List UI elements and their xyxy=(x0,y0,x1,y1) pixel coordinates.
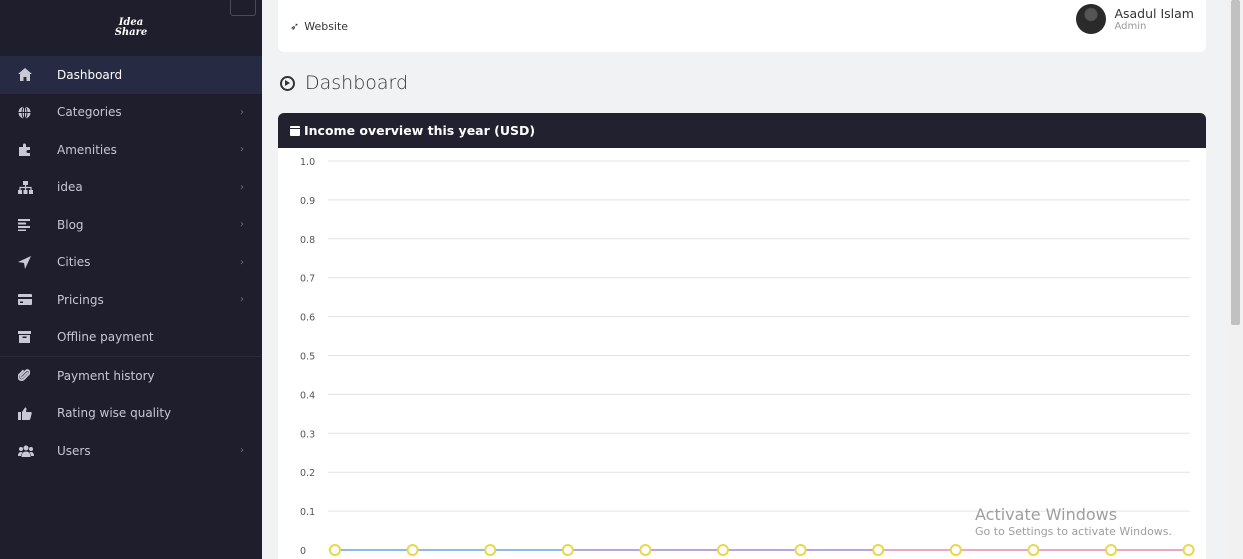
website-label: Website xyxy=(304,19,349,33)
thumbs-up-icon xyxy=(18,407,40,420)
credit-card-icon xyxy=(18,294,40,306)
paperclip-icon xyxy=(18,369,40,382)
watermark-line-1: Activate Windows xyxy=(975,505,1118,524)
sidebar-item-dashboard[interactable]: Dashboard xyxy=(0,56,262,94)
sidebar: Idea Share Dashboard Categories › Amenities… xyxy=(0,0,262,559)
sidebar-item-label: Blog xyxy=(57,217,84,232)
sidebar-toggle-button[interactable] xyxy=(230,0,256,16)
chevron-right-icon: › xyxy=(240,106,244,118)
y-tick-label: 0.4 xyxy=(300,390,315,401)
sidebar-item-users[interactable]: Users › xyxy=(0,432,262,470)
main-area: ➶ Website Asadul Islam Admin Dashboard I… xyxy=(262,0,1227,559)
sidebar-item-idea[interactable]: idea › xyxy=(0,169,262,207)
calendar-icon xyxy=(290,125,300,136)
chevron-right-icon: › xyxy=(240,445,244,457)
income-chart: 1.0 0.9 0.8 0.7 0.6 0.5 0.4 0.3 0.2 0.1 0 xyxy=(300,157,1195,557)
chart-area: 1.0 0.9 0.8 0.7 0.6 0.5 0.4 0.3 0.2 0.1 0 xyxy=(278,148,1206,559)
data-point[interactable] xyxy=(872,544,885,556)
sitemap-icon xyxy=(18,180,40,194)
y-tick-label: 1.0 xyxy=(300,157,315,168)
globe-icon xyxy=(18,105,40,119)
location-arrow-icon: ➶ xyxy=(290,19,300,33)
home-icon xyxy=(18,68,40,82)
topbar: ➶ Website Asadul Islam Admin xyxy=(278,0,1206,52)
chevron-right-icon: › xyxy=(240,144,244,156)
sidebar-item-cities[interactable]: Cities › xyxy=(0,244,262,282)
data-point[interactable] xyxy=(949,544,962,556)
logo-line-2: Share xyxy=(114,27,148,38)
sidebar-item-label: Users xyxy=(57,443,91,458)
arrow-circle-icon xyxy=(280,75,295,91)
location-arrow-icon xyxy=(18,255,40,269)
data-point[interactable] xyxy=(1182,544,1195,556)
sidebar-item-offline-payment[interactable]: Offline payment xyxy=(0,319,262,357)
watermark-line-2: Go to Settings to activate Windows. xyxy=(975,525,1173,538)
sidebar-menu: Dashboard Categories › Amenities › idea › Blog ›… xyxy=(0,56,262,470)
chevron-right-icon: › xyxy=(240,181,244,193)
y-tick-label: 0.7 xyxy=(300,274,315,285)
sidebar-item-amenities[interactable]: Amenities › xyxy=(0,131,262,169)
avatar xyxy=(1076,4,1107,34)
user-menu[interactable]: Asadul Islam Admin xyxy=(1076,4,1194,34)
y-tick-label: 0 xyxy=(300,546,306,557)
data-point[interactable] xyxy=(1027,544,1040,556)
user-name: Asadul Islam xyxy=(1114,5,1194,21)
y-tick-label: 0.3 xyxy=(300,429,315,440)
sidebar-item-label: Amenities xyxy=(57,142,117,157)
y-tick-label: 0.1 xyxy=(300,507,315,518)
data-point[interactable] xyxy=(794,544,807,556)
sidebar-item-categories[interactable]: Categories › xyxy=(0,94,262,132)
scrollbar-thumb[interactable] xyxy=(1231,0,1240,325)
sidebar-item-rating-wise-quality[interactable]: Rating wise quality xyxy=(0,395,262,433)
data-point[interactable] xyxy=(406,544,419,556)
data-point[interactable] xyxy=(484,544,497,556)
data-point[interactable] xyxy=(561,544,574,556)
y-tick-label: 0.8 xyxy=(300,235,315,246)
archive-icon xyxy=(18,331,40,344)
list-icon xyxy=(18,218,40,231)
sidebar-item-label: Offline payment xyxy=(57,330,154,345)
data-point[interactable] xyxy=(639,544,652,556)
users-icon xyxy=(18,445,40,457)
logo[interactable]: Idea Share xyxy=(115,18,148,38)
user-role: Admin xyxy=(1114,20,1147,32)
sidebar-item-pricings[interactable]: Pricings › xyxy=(0,281,262,319)
sidebar-item-label: Dashboard xyxy=(57,67,123,82)
sidebar-item-label: Categories xyxy=(57,105,122,120)
sidebar-item-label: Pricings xyxy=(57,292,104,307)
sidebar-item-payment-history[interactable]: Payment history xyxy=(0,357,262,395)
data-point[interactable] xyxy=(329,544,341,556)
data-point[interactable] xyxy=(1105,544,1117,556)
website-link[interactable]: ➶ Website xyxy=(290,20,348,33)
logo-area: Idea Share xyxy=(0,0,262,56)
card-header: Income overview this year (USD) xyxy=(278,113,1206,148)
y-tick-label: 0.5 xyxy=(300,352,315,363)
sidebar-item-label: Cities xyxy=(57,255,91,270)
sidebar-item-label: idea xyxy=(57,180,83,195)
card-title: Income overview this year (USD) xyxy=(304,123,536,138)
y-tick-label: 0.2 xyxy=(300,468,315,479)
chevron-right-icon: › xyxy=(240,256,244,268)
sidebar-item-label: Payment history xyxy=(57,368,155,383)
data-point[interactable] xyxy=(717,544,729,556)
y-tick-label: 0.9 xyxy=(300,196,315,207)
sidebar-item-label: Rating wise quality xyxy=(57,406,172,421)
sidebar-item-blog[interactable]: Blog › xyxy=(0,206,262,244)
income-card: Income overview this year (USD) 1.0 0.9 0.… xyxy=(278,113,1206,559)
activate-windows-watermark: Activate Windows Go to Settings to activ… xyxy=(975,505,1172,539)
chevron-right-icon: › xyxy=(240,219,244,231)
chevron-right-icon: › xyxy=(240,294,244,306)
page-title: Dashboard xyxy=(280,72,408,94)
page-scrollbar[interactable] xyxy=(1227,0,1243,559)
puzzle-icon xyxy=(18,143,40,157)
page-title-text: Dashboard xyxy=(305,72,409,94)
y-tick-label: 0.6 xyxy=(300,313,315,324)
